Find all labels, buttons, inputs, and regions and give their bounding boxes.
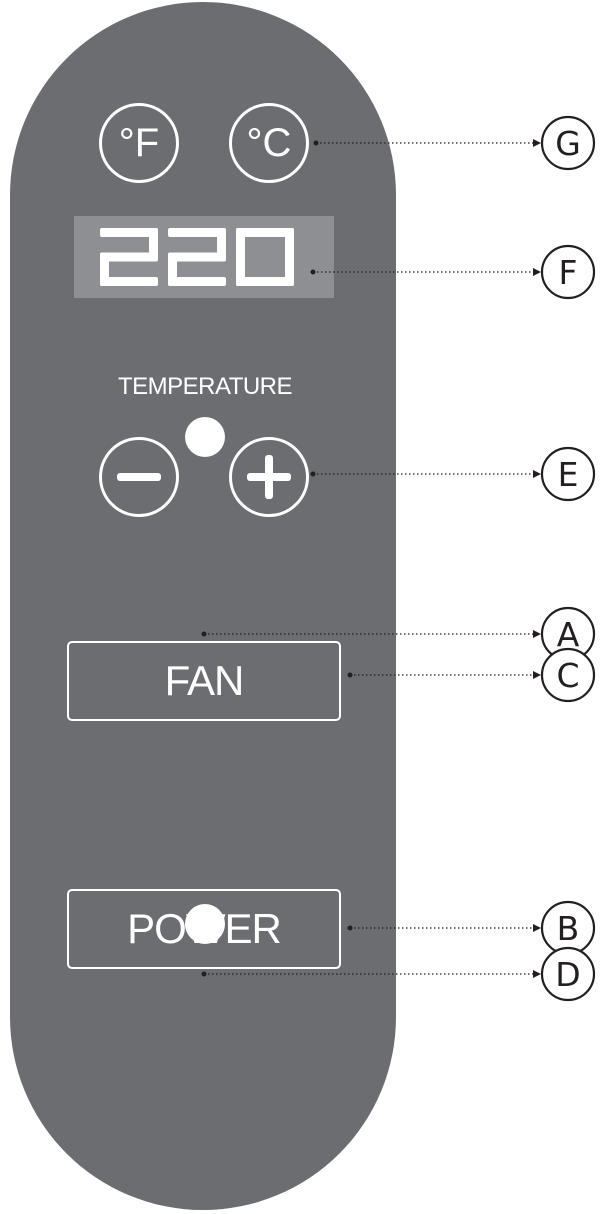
callout-e: E bbox=[310, 446, 596, 502]
callout-layer: G F E A C B D bbox=[201, 115, 596, 1002]
callout-d: D bbox=[201, 946, 596, 1002]
callout-c: C bbox=[347, 647, 596, 703]
callout-b: B bbox=[347, 900, 596, 956]
callout-f-letter: F bbox=[559, 253, 578, 292]
callout-d-letter: D bbox=[555, 955, 580, 994]
callout-g: G bbox=[313, 115, 596, 171]
callout-f: F bbox=[310, 244, 596, 300]
callout-b-letter: B bbox=[557, 909, 580, 948]
callout-g-letter: G bbox=[555, 124, 581, 163]
callout-c-letter: C bbox=[556, 656, 579, 695]
callout-a: A bbox=[201, 606, 596, 662]
callout-e-letter: E bbox=[558, 455, 579, 494]
